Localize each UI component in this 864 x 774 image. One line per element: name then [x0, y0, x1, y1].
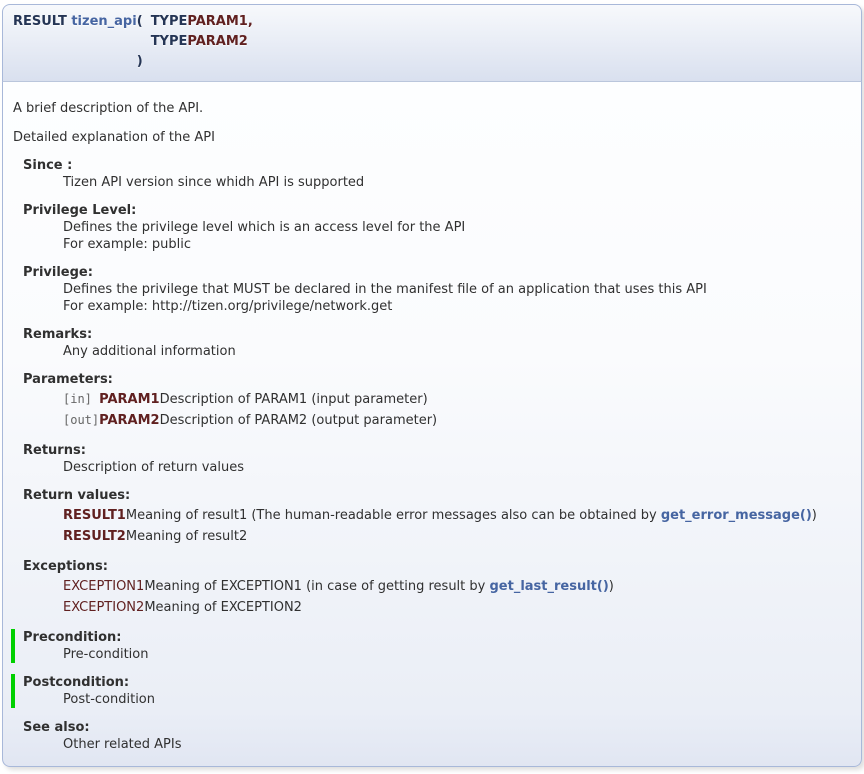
- return-values-heading: Return values:: [23, 487, 851, 504]
- postcondition-heading: Postcondition:: [23, 674, 851, 691]
- function-name-link[interactable]: tizen_api: [71, 14, 136, 29]
- param-name: PARAM2: [99, 410, 159, 431]
- signature-row: RESULT tizen_api ( TYPE PARAM1,: [13, 12, 253, 32]
- section-returns: Returns: Description of return values: [23, 442, 851, 476]
- returns-heading: Returns:: [23, 442, 851, 459]
- function-signature-box: RESULT tizen_api ( TYPE PARAM1, TYPE PAR…: [2, 4, 862, 82]
- section-since: Since : Tizen API version since whidh AP…: [23, 157, 851, 191]
- see-also-text: Other related APIs: [63, 736, 851, 753]
- return-values-table: RESULT1 Meaning of result1 (The human-re…: [63, 505, 817, 547]
- section-postcondition: Postcondition: Post-condition: [11, 674, 851, 708]
- see-also-heading: See also:: [23, 719, 851, 736]
- precondition-text: Pre-condition: [63, 646, 851, 663]
- since-heading: Since :: [23, 157, 851, 174]
- open-paren: (: [137, 12, 151, 32]
- exceptions-table: EXCEPTION1 Meaning of EXCEPTION1 (in cas…: [63, 576, 614, 618]
- signature-row: ): [13, 52, 253, 72]
- retval-description: Meaning of result1 (The human-readable e…: [126, 505, 817, 526]
- exception-row: EXCEPTION2 Meaning of EXCEPTION2: [63, 597, 614, 618]
- return-type: RESULT: [13, 14, 67, 29]
- exceptions-heading: Exceptions:: [23, 558, 851, 575]
- section-privilege: Privilege: Defines the privilege that MU…: [23, 264, 851, 315]
- member-documentation: A brief description of the API. Detailed…: [2, 82, 862, 767]
- api-member-item: RESULT tizen_api ( TYPE PARAM1, TYPE PAR…: [2, 4, 862, 767]
- signature-row: TYPE PARAM2: [13, 32, 253, 52]
- retval-row: RESULT2 Meaning of result2: [63, 526, 817, 547]
- parameters-heading: Parameters:: [23, 371, 851, 388]
- get-last-result-link[interactable]: get_last_result(): [489, 579, 608, 594]
- exception-description: Meaning of EXCEPTION2: [144, 597, 614, 618]
- returns-text: Description of return values: [63, 459, 851, 476]
- retval-name: RESULT2: [63, 526, 126, 547]
- parameters-table: [in] PARAM1 Description of PARAM1 (input…: [63, 389, 437, 431]
- param-name: PARAM1,: [187, 12, 252, 32]
- brief-description: A brief description of the API.: [13, 100, 851, 117]
- precondition-heading: Precondition:: [23, 629, 851, 646]
- param-type: TYPE: [151, 12, 188, 32]
- retval-row: RESULT1 Meaning of result1 (The human-re…: [63, 505, 817, 526]
- since-text: Tizen API version since whidh API is sup…: [63, 174, 851, 191]
- param-description: Description of PARAM1 (input parameter): [160, 389, 438, 410]
- privilege-level-line: For example: public: [63, 236, 851, 253]
- privilege-line: Defines the privilege that MUST be decla…: [63, 281, 851, 298]
- section-see-also: See also: Other related APIs: [23, 719, 851, 753]
- signature-table: RESULT tizen_api ( TYPE PARAM1, TYPE PAR…: [13, 12, 253, 72]
- remarks-text: Any additional information: [63, 343, 851, 360]
- privilege-line: For example: http://tizen.org/privilege/…: [63, 298, 851, 315]
- postcondition-text: Post-condition: [63, 691, 851, 708]
- section-privilege-level: Privilege Level: Defines the privilege l…: [23, 202, 851, 253]
- get-error-message-link[interactable]: get_error_message(): [661, 508, 812, 523]
- detailed-description: Detailed explanation of the API: [13, 129, 851, 146]
- section-exceptions: Exceptions: EXCEPTION1 Meaning of EXCEPT…: [23, 558, 851, 618]
- param-name: PARAM2: [187, 32, 252, 52]
- retval-name: RESULT1: [63, 505, 126, 526]
- param-row: [in] PARAM1 Description of PARAM1 (input…: [63, 389, 437, 410]
- exception-name: EXCEPTION2: [63, 597, 144, 618]
- remarks-heading: Remarks:: [23, 326, 851, 343]
- param-direction: [out]: [63, 410, 99, 431]
- privilege-level-heading: Privilege Level:: [23, 202, 851, 219]
- param-row: [out] PARAM2 Description of PARAM2 (outp…: [63, 410, 437, 431]
- privilege-heading: Privilege:: [23, 264, 851, 281]
- param-direction: [in]: [63, 389, 99, 410]
- exception-row: EXCEPTION1 Meaning of EXCEPTION1 (in cas…: [63, 576, 614, 597]
- privilege-level-line: Defines the privilege level which is an …: [63, 219, 851, 236]
- exception-description: Meaning of EXCEPTION1 (in case of gettin…: [144, 576, 614, 597]
- exception-name: EXCEPTION1: [63, 576, 144, 597]
- section-remarks: Remarks: Any additional information: [23, 326, 851, 360]
- section-parameters: Parameters: [in] PARAM1 Description of P…: [23, 371, 851, 431]
- param-type: TYPE: [151, 32, 188, 52]
- param-description: Description of PARAM2 (output parameter): [160, 410, 438, 431]
- param-name: PARAM1: [99, 389, 159, 410]
- section-precondition: Precondition: Pre-condition: [11, 629, 851, 663]
- retval-description: Meaning of result2: [126, 526, 817, 547]
- close-paren: ): [137, 52, 151, 72]
- section-return-values: Return values: RESULT1 Meaning of result…: [23, 487, 851, 547]
